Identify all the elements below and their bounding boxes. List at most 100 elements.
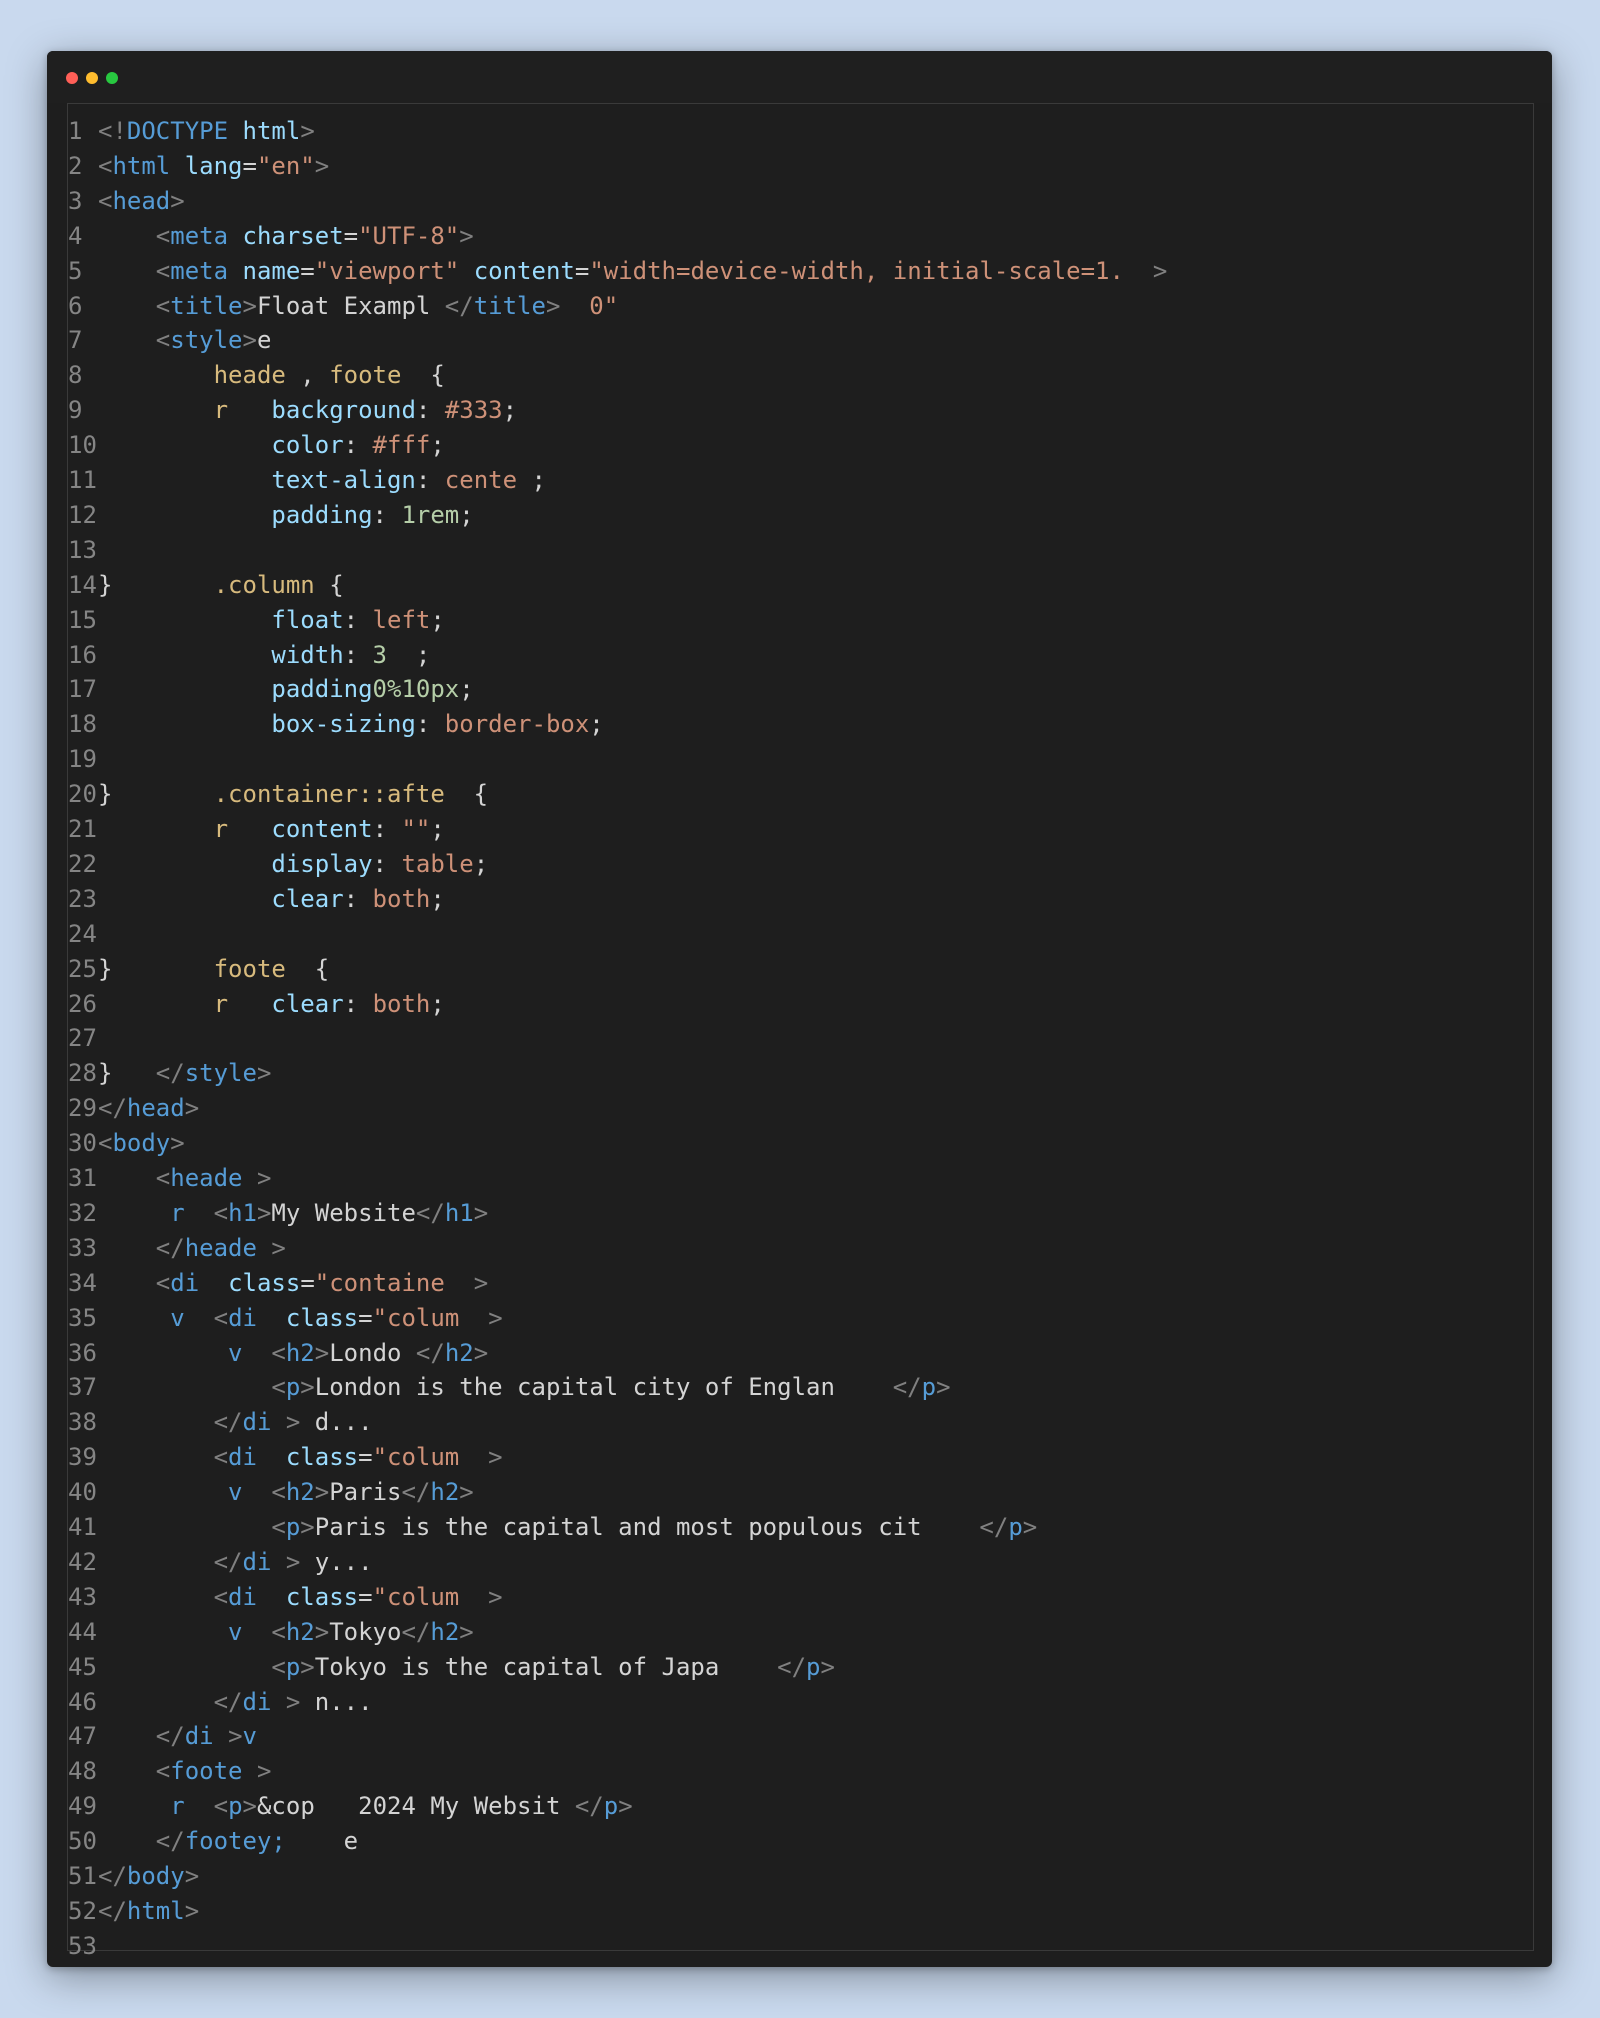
code-token: > <box>256 1164 272 1192</box>
line-number: 31 <box>68 1164 97 1192</box>
code-token: di <box>184 1722 214 1751</box>
code-token: Float Exampl <box>256 291 445 320</box>
line-number: 40 <box>68 1478 97 1507</box>
code-token: "colum <box>372 1582 460 1611</box>
code-token: "colum <box>372 1443 460 1472</box>
code-token: > <box>488 1443 503 1472</box>
close-window-button[interactable] <box>66 72 78 84</box>
line-number: 38 <box>68 1408 97 1437</box>
code-editor[interactable]: 1 <!DOCTYPE html> 2 <html lang="en"> 3 <head>… <box>67 103 1534 1960</box>
line-number: 35 <box>68 1303 97 1332</box>
code-token: html <box>126 1896 185 1925</box>
line-number: 36 <box>68 1338 97 1367</box>
code-token: r <box>170 1792 185 1821</box>
code-token: clear <box>271 989 344 1018</box>
line-number: 2 <box>68 151 83 180</box>
code-token: "width=device-width, initial-scale=1. <box>589 256 1153 285</box>
line-number: 48 <box>68 1757 97 1786</box>
line-code: <!DOCTYPE html> <box>98 114 315 148</box>
code-token: > <box>256 1198 272 1227</box>
line-number: 3 <box>68 186 83 215</box>
line-number: 53 <box>68 1931 97 1960</box>
code-token: } <box>98 780 214 809</box>
code-token: v <box>170 1303 185 1332</box>
code-token: body <box>112 1129 171 1158</box>
line-code: v <h2>Paris</h2> <box>98 1475 474 1509</box>
code-token: > <box>228 1722 243 1751</box>
code-token: > <box>473 1198 489 1227</box>
line-number: 18 <box>68 710 97 739</box>
code-token: </ <box>213 1547 243 1576</box>
code-token: &cop 2024 My Websit <box>256 1792 575 1821</box>
code-token: > <box>1022 1513 1038 1541</box>
line-number: 42 <box>68 1547 97 1576</box>
code-token: </ <box>401 1478 431 1507</box>
code-token: > <box>314 151 330 180</box>
line-code: } foote { <box>98 952 329 986</box>
code-token: : <box>343 884 373 913</box>
line-number: 15 <box>68 605 97 634</box>
code-token: < <box>155 221 171 250</box>
line-number: 26 <box>68 989 97 1018</box>
code-token: v <box>228 1617 243 1646</box>
minimize-window-button[interactable] <box>86 72 98 84</box>
code-token: < <box>213 1792 229 1821</box>
code-token: Paris is the capital and most populous c… <box>314 1513 980 1541</box>
code-token: London is the capital city of Englan <box>314 1373 893 1402</box>
line-code: } </style> <box>98 1056 271 1090</box>
code-token: : <box>415 396 445 425</box>
code-token: cente <box>444 466 518 494</box>
code-token: > <box>184 1862 200 1890</box>
code-token: y... <box>300 1547 373 1576</box>
maximize-window-button[interactable] <box>106 72 118 84</box>
code-token: r <box>213 989 229 1018</box>
line-code: <di class="colum > <box>98 1440 503 1474</box>
line-number: 7 <box>68 326 83 355</box>
code-token: padding <box>271 500 373 529</box>
code-token: < <box>155 1268 171 1297</box>
line-number: 9 <box>68 396 83 425</box>
code-token: di <box>228 1303 257 1332</box>
line-code: r <p>&cop 2024 My Websit </p> <box>98 1789 632 1823</box>
code-token: : <box>343 431 373 460</box>
code-token: ; <box>387 640 431 669</box>
code-token: "en" <box>256 151 315 180</box>
code-token: h2 <box>285 1478 315 1507</box>
code-token: ; <box>430 884 445 913</box>
line-code: <p>London is the capital city of Englan … <box>98 1370 950 1404</box>
code-token: d... <box>300 1408 373 1437</box>
line-number: 19 <box>68 745 97 774</box>
line-code: <di class="containe > <box>98 1266 488 1300</box>
line-number: 25 <box>68 954 97 983</box>
code-token: < <box>155 1757 171 1786</box>
code-token: v <box>242 1722 257 1751</box>
code-token: .container::afte <box>213 780 445 809</box>
line-code: <p>Paris is the capital and most populou… <box>98 1510 1037 1544</box>
code-token: p <box>921 1373 937 1402</box>
code-token: foote <box>213 954 286 983</box>
line-number: 27 <box>68 1024 97 1053</box>
code-token: content <box>271 815 373 843</box>
code-token: </ <box>98 1094 127 1123</box>
line-number: 11 <box>68 466 97 494</box>
line-code: <body> <box>98 1126 185 1160</box>
line-code: clear: both; <box>98 882 445 916</box>
code-token: < <box>271 1338 286 1367</box>
code-token: = <box>358 1582 373 1611</box>
code-token: table <box>401 849 474 878</box>
